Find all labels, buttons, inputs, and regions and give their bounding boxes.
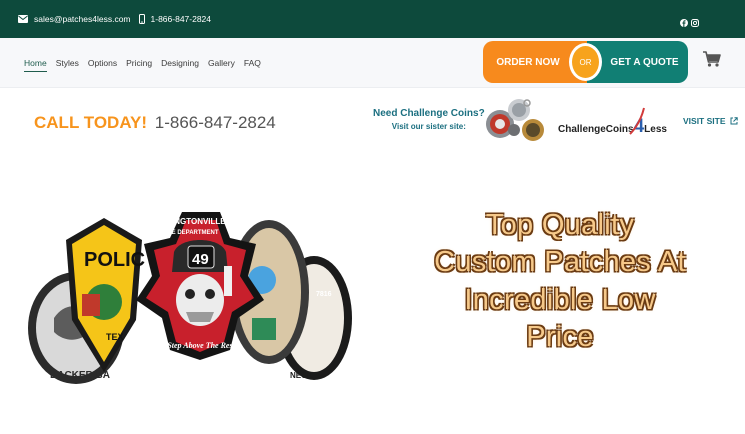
- sister-visit-text: Visit our sister site:: [391, 122, 466, 131]
- challengecoins4less-logo[interactable]: ChallengeCoins4Less: [558, 116, 667, 138]
- hero-line-4: Price: [526, 321, 594, 354]
- nav-pricing[interactable]: Pricing: [126, 55, 152, 71]
- contact-info: sales@patches4less.com 1-866-847-2824: [18, 0, 219, 38]
- logo-brand-suffix: Less: [644, 124, 667, 135]
- get-a-quote-button[interactable]: GET A QUOTE: [587, 41, 688, 83]
- cart-icon[interactable]: [703, 51, 721, 72]
- nav-options[interactable]: Options: [88, 55, 117, 71]
- hero-line-3: Incredible Low: [464, 283, 656, 316]
- visit-site-link[interactable]: VISIT SITE: [683, 116, 738, 126]
- phone-link[interactable]: 1-866-847-2824: [138, 14, 212, 24]
- hero-line-2: Custom Patches At: [434, 246, 686, 279]
- main-patch-number: 49: [192, 251, 209, 268]
- hero-headline: Top Quality Custom Patches At Incredible…: [400, 207, 720, 357]
- main-patch-motto: "A Step Above The Rest": [156, 341, 239, 350]
- hero-line-1: Top Quality: [485, 209, 635, 241]
- police-patch-text: POLIC: [84, 249, 145, 271]
- mobile-phone-icon: [138, 14, 145, 24]
- logo-brand-prefix: ChallengeCoins: [558, 124, 634, 135]
- right-patch-number: 7816: [316, 291, 332, 298]
- or-badge: OR: [569, 43, 602, 81]
- nav-faq[interactable]: FAQ: [244, 55, 261, 71]
- logo-swoosh-decoration: [629, 107, 645, 135]
- police-bottom-text: TEX: [106, 332, 124, 342]
- main-nav: Home Styles Options Pricing Designing Ga…: [24, 38, 261, 88]
- sister-site-promo: Need Challenge Coins? Visit our sister s…: [373, 108, 485, 131]
- call-today-number[interactable]: 1-866-847-2824: [155, 113, 276, 132]
- top-bar: sales@patches4less.com 1-866-847-2824: [0, 0, 745, 38]
- nav-home[interactable]: Home: [24, 55, 47, 72]
- call-today-label: CALL TODAY!: [34, 113, 148, 132]
- nav-styles[interactable]: Styles: [56, 55, 79, 71]
- nav-designing[interactable]: Designing: [161, 55, 199, 71]
- envelope-icon: [18, 15, 28, 23]
- nav-gallery[interactable]: Gallery: [208, 55, 235, 71]
- email-link[interactable]: sales@patches4less.com: [18, 14, 131, 24]
- main-patch-title: WASHINGTONVILLE: [148, 217, 226, 226]
- right-patch-bottom: NECK: [290, 371, 313, 380]
- cta-group: ORDER NOW GET A QUOTE OR: [483, 41, 688, 83]
- patches-collage-image: BACKER BA POLIC TEX 7816 NECK WASHINGTON…: [28, 212, 352, 384]
- call-today: CALL TODAY! 1-866-847-2824: [34, 113, 276, 133]
- instagram-icon[interactable]: [691, 14, 699, 27]
- social-links: [680, 14, 699, 27]
- challenge-coins-image: [486, 99, 544, 141]
- sister-question: Need Challenge Coins?: [373, 108, 485, 119]
- facebook-icon[interactable]: [680, 14, 688, 27]
- email-text: sales@patches4less.com: [34, 14, 131, 24]
- visit-site-label: VISIT SITE: [683, 116, 726, 126]
- main-patch-subtitle: FIRE DEPARTMENT: [162, 230, 219, 236]
- phone-text: 1-866-847-2824: [150, 14, 212, 24]
- external-link-icon: [730, 117, 738, 125]
- left-patch-text: BACKER BA: [50, 370, 110, 381]
